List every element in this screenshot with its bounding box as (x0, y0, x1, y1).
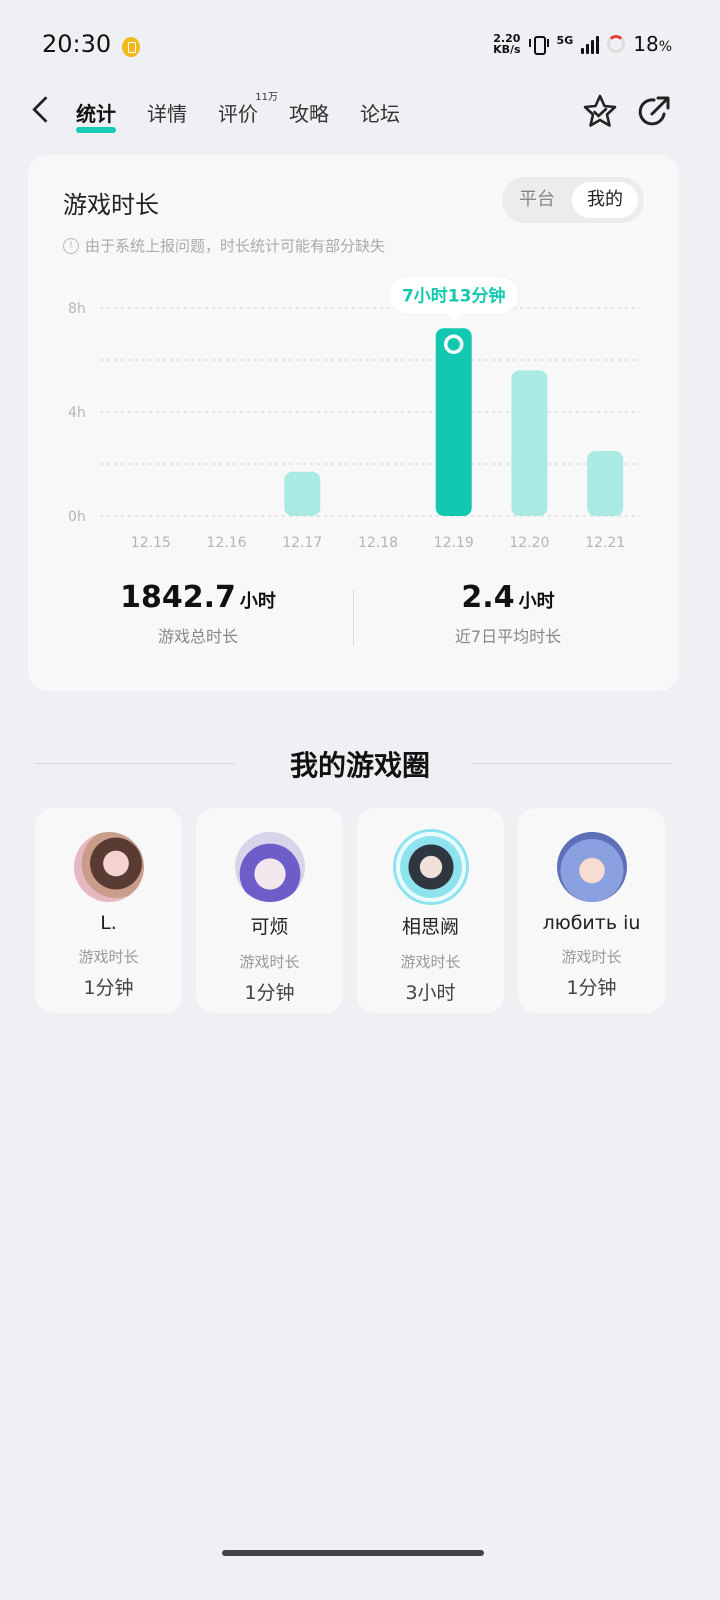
friend-name: 可烦 (250, 916, 289, 938)
friend-value: 1分钟 (244, 982, 295, 1004)
x-tick-label: 12.21 (585, 535, 625, 551)
friend-name: 相思阙 (401, 916, 459, 938)
bar (435, 328, 472, 516)
vibrate-icon (528, 34, 549, 55)
total-label: 游戏总时长 (157, 627, 238, 646)
x-tick-label: 12.17 (282, 535, 322, 551)
divider-right (472, 763, 672, 764)
friend-card[interactable]: L. 游戏时长 1分钟 (35, 808, 182, 1013)
favorite-star-icon[interactable] (580, 92, 620, 132)
x-tick-label: 12.20 (509, 535, 549, 551)
friend-card[interactable]: 可烦 游戏时长 1分钟 (196, 808, 343, 1013)
battery-ring-icon (607, 35, 626, 53)
friend-list: L. 游戏时长 1分钟 可烦 游戏时长 1分钟 相思阙 游戏时长 3小时 люб… (35, 808, 665, 1013)
play-time-card: 游戏时长 平台 我的 ! 由于系统上报问题，时长统计可能有部分缺失 0h 4h 8h… (28, 155, 679, 691)
bar-tooltip-text: 7小时13分钟 (402, 285, 506, 306)
avatar (73, 832, 144, 902)
friend-value: 1分钟 (566, 977, 617, 999)
avatar (234, 832, 305, 902)
game-circle-title: 我的游戏圈 (289, 749, 430, 782)
avg-label: 近7日平均时长 (454, 627, 562, 646)
friend-label: 游戏时长 (78, 948, 139, 966)
game-circle-header: 我的游戏圈 (0, 744, 720, 784)
share-icon[interactable] (636, 94, 672, 130)
stats-notice: ! 由于系统上报问题，时长统计可能有部分缺失 (63, 235, 385, 256)
friend-name: L. (100, 912, 117, 934)
tab-details[interactable]: 详情 (147, 98, 187, 127)
play-time-title: 游戏时长 (63, 191, 159, 219)
x-tick-label: 12.18 (358, 535, 398, 551)
friend-label: 游戏时长 (239, 953, 300, 971)
battery-saver-icon (122, 37, 140, 57)
notice-text: 由于系统上报问题，时长统计可能有部分缺失 (85, 237, 386, 255)
play-time-chart: 0h 4h 8h 12.15 12.16 12.17 12.18 12.19 7小时13分钟 12… (68, 275, 640, 551)
tab-stats[interactable]: 统计 (76, 98, 116, 133)
info-icon: ! (63, 237, 79, 254)
toggle-platform[interactable]: 平台 (506, 182, 568, 218)
bar (284, 471, 321, 516)
home-indicator[interactable] (222, 1550, 484, 1556)
net-speed: 2.20 KB/s (493, 32, 521, 56)
y-tick-label: 4h (68, 405, 86, 421)
total-value: 1842.7 (120, 580, 236, 615)
bar (587, 451, 624, 516)
top-nav: 统计 详情 评价 11万 攻略 论坛 (0, 92, 720, 136)
x-tick-label: 12.19 (434, 535, 474, 551)
avg-unit: 小时 (518, 591, 555, 612)
avg-value: 2.4 (461, 580, 515, 615)
status-bar: 20:30 2.20 KB/s 5G 18% (0, 0, 720, 90)
divider-left (34, 763, 234, 764)
friend-value: 1分钟 (83, 977, 134, 999)
toggle-mine[interactable]: 我的 (572, 182, 638, 218)
reviews-count-badge: 11万 (255, 92, 278, 103)
x-tick-label: 12.15 (131, 535, 171, 551)
avatar (395, 832, 466, 902)
friend-name: любить iu (542, 912, 641, 934)
battery-percent: 18% (633, 32, 672, 56)
tab-forum[interactable]: 论坛 (360, 98, 400, 127)
stat-divider (353, 590, 354, 646)
status-time: 20:30 (42, 30, 112, 58)
total-stat: 1842.7 小时 游戏总时长 (98, 580, 298, 647)
back-icon[interactable] (32, 96, 59, 123)
y-tick-label: 8h (68, 301, 86, 317)
signal-icon (581, 34, 600, 54)
network-type: 5G (556, 33, 574, 47)
friend-label: 游戏时长 (400, 953, 461, 971)
bar (511, 370, 548, 516)
friend-card[interactable]: 相思阙 游戏时长 3小时 (357, 808, 504, 1013)
x-tick-label: 12.16 (207, 535, 247, 551)
tab-reviews[interactable]: 评价 11万 (218, 92, 278, 127)
scope-toggle: 平台 我的 (502, 177, 644, 223)
avg-stat: 2.4 小时 近7日平均时长 (408, 580, 608, 647)
friend-value: 3小时 (405, 982, 456, 1004)
total-unit: 小时 (239, 591, 276, 612)
friend-label: 游戏时长 (561, 948, 622, 966)
bar-tooltip-pointer (446, 313, 461, 322)
avatar (556, 832, 627, 902)
tab-guides[interactable]: 攻略 (289, 98, 329, 127)
friend-card[interactable]: любить iu 游戏时长 1分钟 (518, 808, 665, 1013)
y-tick-label: 0h (68, 509, 86, 525)
